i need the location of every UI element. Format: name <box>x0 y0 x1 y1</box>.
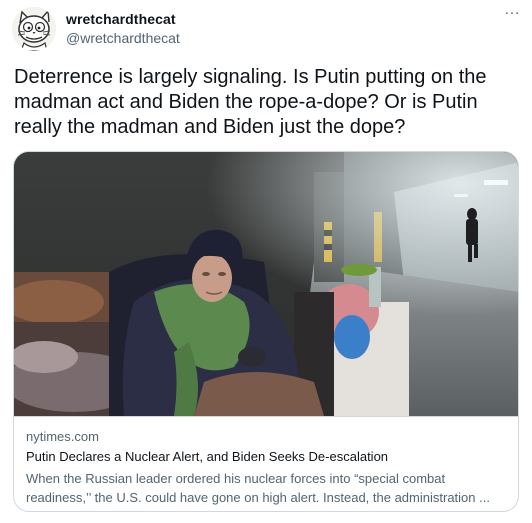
author-display-name[interactable]: wretchardthecat <box>66 11 176 27</box>
link-preview-image[interactable] <box>14 152 518 416</box>
tweet-text: Deterrence is largely signaling. Is Puti… <box>14 66 487 138</box>
card-title[interactable]: Putin Declares a Nuclear Alert, and Bide… <box>26 449 388 464</box>
link-preview-body: nytimes.com Putin Declares a Nuclear Ale… <box>14 416 518 511</box>
author-handle[interactable]: @wretchardthecat <box>66 30 180 46</box>
more-horizontal-icon[interactable]: ··· <box>502 5 522 22</box>
news-photo <box>14 152 518 416</box>
card-domain: nytimes.com <box>26 429 99 444</box>
card-description: When the Russian leader ordered his nucl… <box>26 471 490 505</box>
avatar[interactable] <box>12 7 56 51</box>
link-preview-card[interactable]: nytimes.com Putin Declares a Nuclear Ale… <box>13 151 519 512</box>
tweet: wretchardthecat @wretchardthecat ··· Det… <box>0 0 532 523</box>
cartoon-cat-avatar-icon <box>12 7 56 51</box>
